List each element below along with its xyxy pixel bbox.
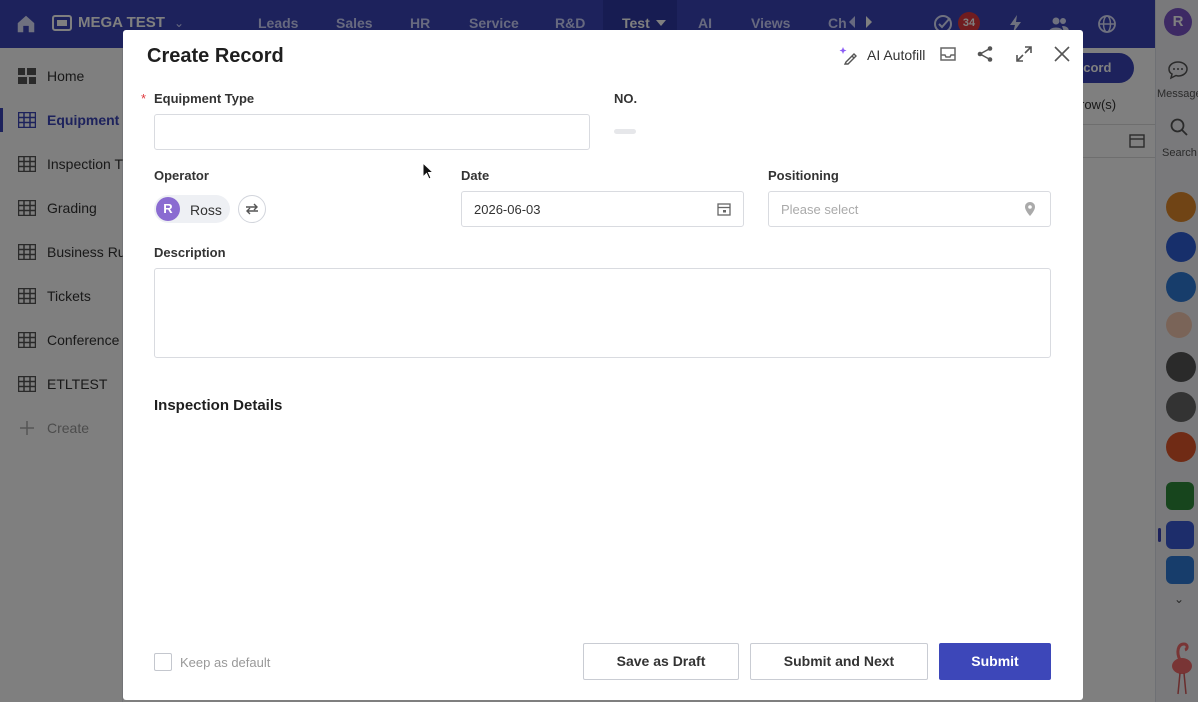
ai-autofill-label: AI Autofill	[867, 47, 926, 63]
description-textarea[interactable]	[154, 268, 1051, 358]
positioning-select[interactable]: Please select	[768, 191, 1051, 227]
inspection-details-heading: Inspection Details	[154, 397, 283, 414]
change-operator-button[interactable]	[238, 195, 266, 223]
expand-icon[interactable]	[1015, 45, 1033, 63]
positioning-label: Positioning	[768, 168, 839, 183]
share-icon[interactable]	[976, 45, 994, 63]
no-label: NO.	[614, 91, 638, 106]
close-icon[interactable]	[1053, 45, 1071, 63]
keep-as-default-label: Keep as default	[180, 655, 271, 670]
date-value: 2026-06-03	[474, 202, 541, 217]
no-empty-value	[614, 129, 636, 134]
submit-button[interactable]: Submit	[939, 643, 1051, 680]
modal-title: Create Record	[147, 45, 284, 67]
operator-chip[interactable]: R Ross	[154, 195, 230, 223]
app-window: MEGA TEST ⌄ Leads Sales HR Service R&D T…	[0, 0, 1198, 702]
calendar-icon[interactable]	[717, 202, 731, 216]
ai-magic-wand-icon	[839, 47, 857, 65]
operator-avatar: R	[156, 197, 180, 221]
keep-as-default-checkbox[interactable]	[154, 653, 172, 671]
date-label: Date	[461, 168, 490, 183]
ai-autofill-button[interactable]: AI Autofill	[839, 44, 925, 66]
swap-arrows-icon	[246, 203, 258, 215]
operator-label: Operator	[154, 168, 209, 183]
submit-and-next-button[interactable]: Submit and Next	[750, 643, 928, 680]
date-input[interactable]: 2026-06-03	[461, 191, 744, 227]
positioning-placeholder: Please select	[781, 202, 859, 217]
inbox-icon[interactable]	[939, 45, 957, 63]
operator-name: Ross	[190, 202, 222, 218]
create-record-modal: Create Record AI Autofill * Equipment Ty…	[123, 30, 1083, 700]
mouse-cursor-icon	[422, 162, 434, 180]
description-label: Description	[154, 245, 226, 260]
equipment-type-label: Equipment Type	[154, 91, 255, 106]
equipment-type-input[interactable]	[154, 114, 590, 150]
required-asterisk: *	[141, 91, 147, 106]
save-as-draft-button[interactable]: Save as Draft	[583, 643, 739, 680]
location-pin-icon	[1025, 202, 1035, 216]
